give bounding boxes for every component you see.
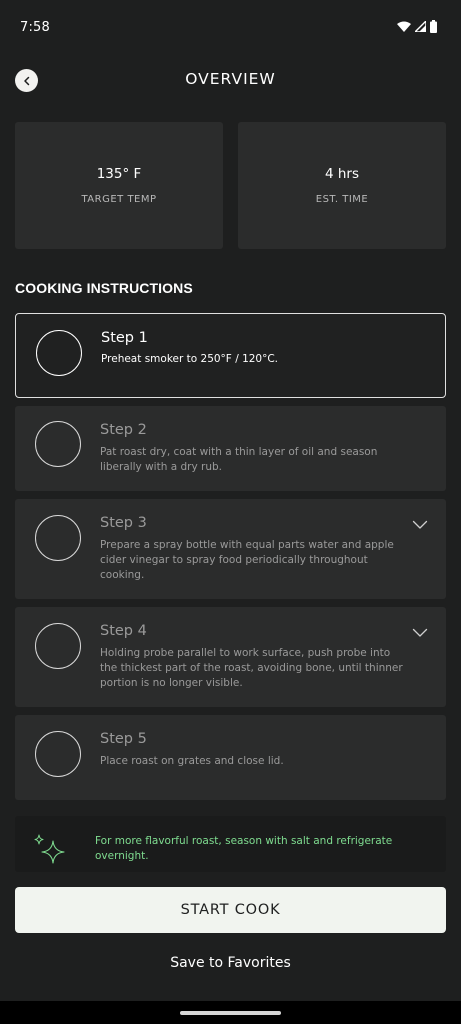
sparkle-icon [34, 834, 65, 864]
step-checkbox[interactable] [35, 515, 81, 561]
tip-box: For more flavorful roast, season with sa… [15, 816, 446, 872]
step-title: Step 3 [100, 515, 147, 531]
nav-bar [0, 1001, 461, 1024]
step-description: Prepare a spray bottle with equal parts … [100, 539, 394, 581]
target-temp-value: 135° F [96, 166, 142, 182]
status-time: 7:58 [20, 20, 50, 35]
target-temp-label: TARGET TEMP [81, 194, 157, 205]
step-checkbox[interactable] [35, 731, 81, 777]
step-description: Holding probe parallel to work surface, … [100, 647, 403, 689]
step-title: Step 4 [100, 623, 147, 639]
step-description: Pat roast dry, coat with a thin layer of… [100, 446, 378, 473]
step-title: Step 5 [100, 731, 147, 747]
battery-icon [430, 20, 437, 33]
step-description: Preheat smoker to 250°F / 120°C. [101, 353, 279, 365]
tip-text: For more flavorful roast, season with sa… [95, 835, 393, 862]
step-card-1[interactable]: Step 1 Preheat smoker to 250°F / 120°C. [15, 313, 446, 398]
step-checkbox[interactable] [35, 421, 81, 467]
page-title: OVERVIEW [185, 70, 276, 88]
est-time-value: 4 hrs [324, 166, 360, 182]
chevron-down-icon[interactable] [412, 628, 428, 638]
step-checkbox[interactable] [36, 330, 82, 376]
step-card-4[interactable]: Step 4 Holding probe parallel to work su… [15, 607, 446, 707]
home-indicator[interactable] [180, 1011, 281, 1015]
step-card-3[interactable]: Step 3 Prepare a spray bottle with equal… [15, 499, 446, 599]
step-title: Step 2 [100, 422, 147, 438]
step-description: Place roast on grates and close lid. [100, 755, 284, 767]
chevron-down-icon[interactable] [412, 520, 428, 530]
target-temp-card: 135° F TARGET TEMP [15, 122, 223, 249]
status-bar: 7:58 [0, 0, 461, 58]
step-card-2[interactable]: Step 2 Pat roast dry, coat with a thin l… [15, 406, 446, 491]
status-icons [397, 20, 437, 33]
wifi-icon [397, 21, 411, 32]
est-time-label: EST. TIME [315, 194, 369, 205]
header: OVERVIEW [0, 60, 461, 100]
est-time-card: 4 hrs EST. TIME [238, 122, 446, 249]
save-to-favorites-link[interactable]: Save to Favorites [0, 955, 461, 971]
step-checkbox[interactable] [35, 623, 81, 669]
step-card-5[interactable]: Step 5 Place roast on grates and close l… [15, 715, 446, 800]
section-title: COOKING INSTRUCTIONS [15, 280, 193, 296]
step-title: Step 1 [101, 330, 148, 346]
start-cook-button[interactable]: START COOK [15, 887, 446, 933]
signal-icon [415, 21, 426, 32]
